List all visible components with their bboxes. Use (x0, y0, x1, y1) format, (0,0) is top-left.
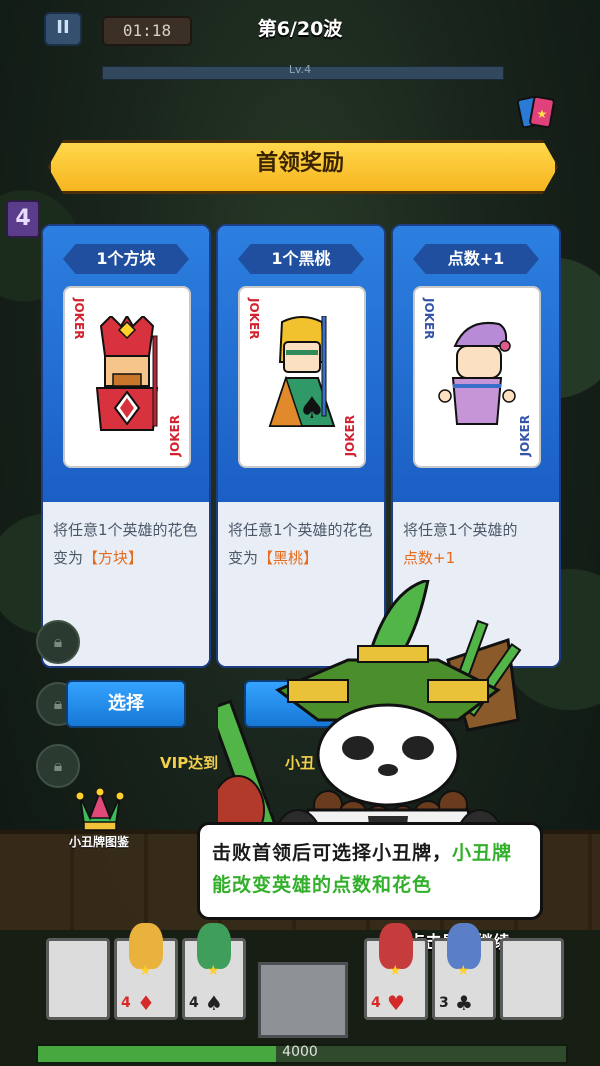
center-pedestal (258, 962, 348, 1038)
reward-card-description: 将任意1个英雄的花色变为【黑桃】 (228, 521, 373, 567)
star-icon: ★ (389, 963, 402, 979)
joker-king-icon (95, 316, 159, 431)
reward-card-description: 将任意1个英雄的 点数+1 (403, 521, 518, 567)
spade-suit-icon: ♠ (205, 991, 223, 1015)
base-hp-fill (38, 1046, 276, 1062)
select-reward-1-button[interactable]: 选择 (66, 680, 186, 728)
wave-timer: 01:18 (102, 16, 192, 46)
star-icon: ★ (457, 963, 470, 979)
joker-text-top: JOKER (422, 298, 436, 340)
joker-text-top: JOKER (72, 298, 86, 340)
joker-knight-icon: ♠ (268, 316, 336, 427)
joker-text-bottom: JOKER (518, 414, 532, 456)
reward-card-description: 将任意1个英雄的花色变为【方块】 (53, 521, 198, 567)
reward-highlight: 【黑桃】 (258, 549, 319, 567)
reward-card-label: 1个黑桃 (238, 244, 364, 274)
boss-reward-title: 首领奖励 (255, 151, 344, 176)
card-deck-icon[interactable]: ★ (514, 90, 558, 134)
lock-icon: 🔒︎ (36, 744, 80, 788)
joker-text-top: JOKER (247, 298, 261, 340)
joker-text-bottom: JOKER (168, 414, 182, 456)
joker-card-king: JOKER JOKER (63, 286, 191, 468)
star-icon: ★ (207, 963, 220, 979)
joker-clown-icon (438, 322, 516, 425)
hero-number: 4 (371, 995, 381, 1011)
star-icon: ★ (139, 963, 152, 979)
svg-text:♠: ♠ (299, 391, 326, 426)
tutorial-dialog[interactable]: 击败首领后可选择小丑牌，小丑牌能改变英雄的点数和花色 (197, 822, 543, 920)
reward-card-diamond[interactable]: 1个方块 JOKER JOKER 将任意1个英雄的花色变为【方块】 (41, 224, 211, 668)
reward-highlight: 点数+1 (403, 549, 456, 567)
svg-text:★: ★ (537, 107, 548, 121)
club-suit-icon: ♣ (455, 991, 473, 1015)
hero-slot[interactable]: ★ 3 ♣ (432, 923, 496, 1020)
hero-slot-empty[interactable] (500, 938, 564, 1020)
reward-highlight: 【方块】 (83, 549, 144, 567)
vip-hint-text: VIP达到 (160, 754, 219, 772)
jester-hat-icon[interactable] (75, 787, 125, 832)
hero-slot[interactable]: ★ 4 ♦ (114, 923, 178, 1020)
level-label: Lv.4 (288, 63, 312, 76)
heart-suit-icon: ♥ (387, 991, 405, 1015)
hero-number: 4 (189, 995, 199, 1011)
hero-number: 3 (439, 995, 449, 1011)
base-hp-value: 4000 (282, 1044, 318, 1060)
hero-number: 4 (121, 995, 131, 1011)
level-badge: 4 (6, 200, 40, 238)
joker-text-bottom: JOKER (343, 414, 357, 456)
wave-counter: 第6/20波 (257, 18, 343, 40)
hero-slot[interactable]: ★ 4 ♥ (364, 923, 428, 1020)
pause-button[interactable]: II (44, 12, 82, 46)
hero-slot-empty[interactable] (46, 938, 110, 1020)
diamond-suit-icon: ♦ (137, 991, 155, 1015)
hero-slot[interactable]: ★ 4 ♠ (182, 923, 246, 1020)
tutorial-text: 击败首领后可选择小丑牌，小丑牌能改变英雄的点数和花色 (212, 842, 513, 896)
joker-card-clown: JOKER JOKER (413, 286, 541, 468)
reward-card-label: 1个方块 (63, 244, 189, 274)
joker-card-knight: JOKER ♠ JOKER (238, 286, 366, 468)
lock-icon: 🔒︎ (36, 620, 80, 664)
joker-almanac-label[interactable]: 小丑牌图鉴 (44, 833, 154, 850)
reward-card-label: 点数+1 (413, 244, 539, 274)
